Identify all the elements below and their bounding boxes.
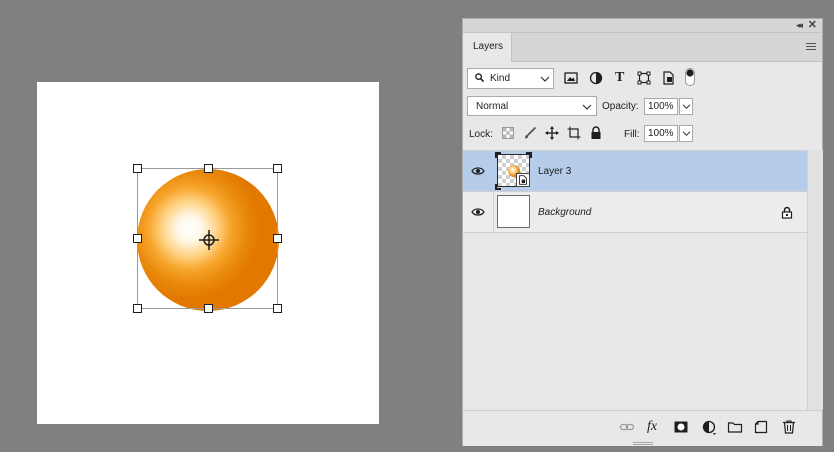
layer-mask-icon[interactable] [673, 419, 689, 435]
lock-icon[interactable] [781, 206, 793, 219]
transform-handle-top-center[interactable] [204, 164, 213, 173]
tab-layers[interactable]: Layers [463, 33, 512, 62]
eye-visibility-icon[interactable] [471, 166, 485, 176]
folder-icon[interactable] [727, 419, 743, 435]
reference-point-icon[interactable] [198, 229, 220, 251]
new-layer-icon[interactable] [753, 419, 769, 435]
chevron-down-icon [540, 76, 550, 82]
layer-name[interactable]: Background [538, 207, 591, 218]
pixel-layer-filter-icon[interactable] [564, 71, 578, 85]
panel-resize-grip[interactable] [633, 442, 653, 445]
transform-handle-top-right[interactable] [273, 164, 282, 173]
smart-object-filter-icon[interactable] [661, 71, 675, 85]
selection-corner [495, 184, 501, 190]
filter-toggle-switch[interactable] [685, 68, 695, 86]
opacity-dropdown-button[interactable] [679, 98, 693, 115]
eye-visibility-icon[interactable] [471, 207, 485, 217]
adjustment-layer-filter-icon[interactable] [589, 71, 603, 85]
fill-label: Fill: [624, 129, 640, 140]
fx-icon[interactable]: fx [647, 419, 663, 435]
panel-tab-bar: Layers [463, 33, 822, 62]
lock-position-move-icon[interactable] [545, 126, 559, 140]
chevron-down-icon [582, 104, 592, 110]
row-separator [493, 151, 494, 191]
row-separator [493, 192, 494, 232]
selection-corner [495, 152, 501, 158]
kind-filter-select[interactable]: Kind [467, 68, 554, 89]
transform-handle-bottom-center[interactable] [204, 304, 213, 313]
fill-dropdown-button[interactable] [679, 125, 693, 142]
lock-image-pixels-brush-icon[interactable] [523, 126, 537, 140]
document-canvas[interactable] [37, 82, 379, 424]
fill-input[interactable]: 100% [644, 125, 678, 142]
lock-all-icon[interactable] [589, 126, 603, 140]
collapse-panel-icon[interactable]: ◂◂ [796, 20, 803, 31]
search-icon [475, 73, 484, 82]
transform-handle-middle-right[interactable] [273, 234, 282, 243]
transform-handle-bottom-right[interactable] [273, 304, 282, 313]
panel-title-bar[interactable]: ◂◂ ✕ [463, 19, 822, 33]
layers-panel: ◂◂ ✕ Layers Kind T Normal Opacity: 100% … [462, 18, 823, 446]
transform-handle-middle-left[interactable] [133, 234, 142, 243]
transform-bounding-box[interactable] [133, 164, 282, 313]
lock-label: Lock: [469, 129, 493, 140]
layers-bottom-toolbar: fx [463, 410, 822, 446]
opacity-label: Opacity: [602, 101, 639, 112]
adjustment-layer-icon[interactable] [701, 419, 717, 435]
chevron-down-icon [682, 104, 691, 109]
layer-row-layer-3[interactable]: Layer 3 [463, 151, 807, 192]
link-layers-icon[interactable] [619, 419, 635, 435]
layer-name[interactable]: Layer 3 [538, 166, 571, 177]
blend-row: Normal Opacity: 100% [463, 96, 822, 118]
layer-thumbnail[interactable] [497, 195, 530, 228]
type-layer-filter-icon[interactable]: T [615, 71, 629, 85]
trash-icon[interactable] [781, 419, 797, 435]
close-panel-icon[interactable]: ✕ [808, 19, 817, 31]
lock-transparent-pixels-icon[interactable] [501, 126, 515, 140]
smart-object-badge-icon [516, 173, 530, 187]
layer-list: Layer 3 Background [463, 150, 807, 410]
chevron-down-icon [682, 131, 691, 136]
lock-row: Lock: Fill: 100% [463, 123, 822, 145]
filter-row: Kind T [463, 68, 822, 92]
hamburger-menu-icon[interactable] [806, 43, 816, 51]
transform-handle-top-left[interactable] [133, 164, 142, 173]
transform-handle-bottom-left[interactable] [133, 304, 142, 313]
kind-filter-label: Kind [490, 73, 511, 84]
prevent-artboard-nesting-icon[interactable] [567, 126, 581, 140]
layer-row-background[interactable]: Background [463, 192, 807, 233]
shape-layer-filter-icon[interactable] [637, 71, 651, 85]
blend-mode-value: Normal [476, 101, 509, 112]
blend-mode-select[interactable]: Normal [467, 96, 597, 116]
layer-list-scrollbar[interactable] [807, 150, 823, 410]
selection-corner [526, 152, 532, 158]
opacity-input[interactable]: 100% [644, 98, 678, 115]
